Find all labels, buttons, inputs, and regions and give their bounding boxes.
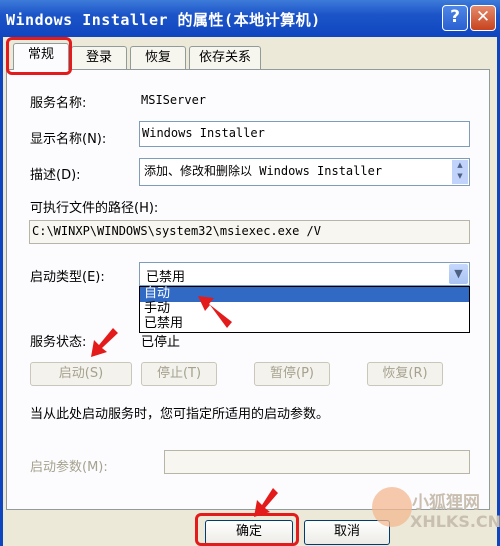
annotation-arrows xyxy=(91,296,278,517)
arrow-to-automatic-icon xyxy=(198,296,232,328)
arrow-to-status-icon xyxy=(91,328,118,357)
arrow-to-ok-icon xyxy=(254,488,278,517)
